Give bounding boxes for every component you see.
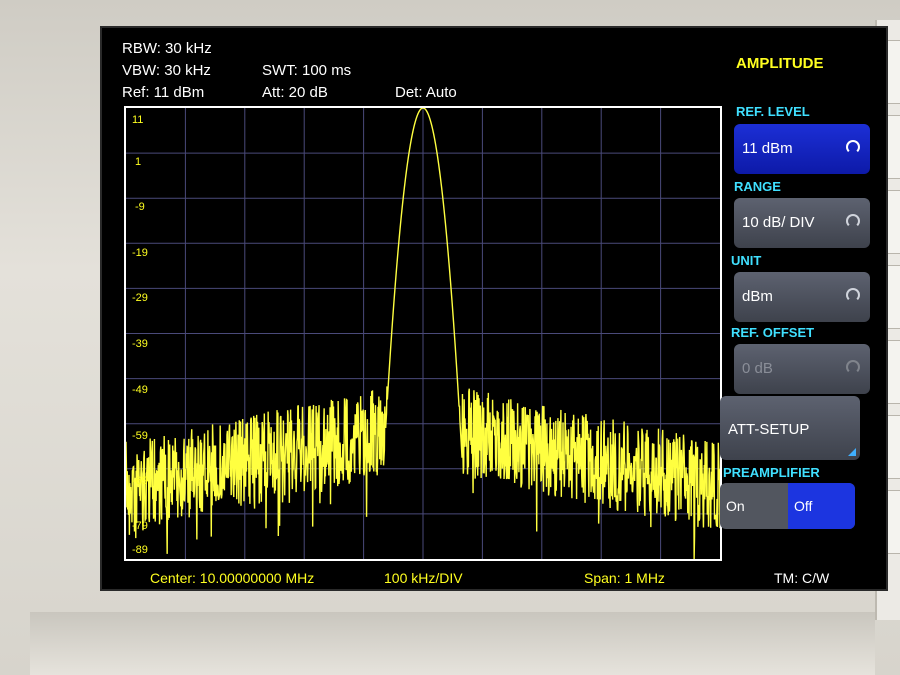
y-tick-label: -89 [132, 544, 148, 556]
att-setup-button[interactable]: ATT-SETUP [720, 396, 860, 460]
range-label: RANGE [734, 179, 781, 194]
preamp-off-option[interactable]: Off [788, 483, 855, 529]
center-frequency: Center: 10.00000000 MHz [150, 570, 315, 586]
ref-offset-value: 0 dB [742, 360, 773, 377]
unit-label: UNIT [731, 253, 762, 268]
y-tick-label: -49 [132, 384, 148, 396]
preamp-on-label: On [726, 498, 745, 514]
rotary-icon [846, 288, 860, 302]
menu-title: AMPLITUDE [736, 55, 824, 72]
y-tick-label: -79 [132, 520, 148, 532]
submenu-indicator-icon [848, 448, 856, 456]
preamp-off-label: Off [794, 498, 813, 514]
spectrum-plot: 11 1 -9 -19 -29 -39 -49 -59 -69 -79 -89 [124, 106, 722, 561]
unit-value: dBm [742, 288, 773, 305]
y-tick-label: -39 [132, 338, 148, 350]
spectrum-svg [126, 108, 720, 559]
det-readout: Det: Auto [395, 84, 457, 101]
ref-offset-button[interactable]: 0 dB [734, 344, 870, 394]
bezel-bottom [30, 612, 875, 675]
y-tick-label: 11 [132, 114, 144, 126]
range-button[interactable]: 10 dB/ DIV [734, 198, 870, 248]
ref-level-button[interactable]: 11 dBm [734, 124, 870, 174]
unit-button[interactable]: dBm [734, 272, 870, 322]
y-tick-label: -9 [135, 201, 145, 213]
y-tick-label: -19 [132, 247, 148, 259]
preamplifier-toggle[interactable]: On Off [720, 483, 855, 529]
preamp-on-option[interactable]: On [720, 483, 787, 529]
rotary-icon [846, 214, 860, 228]
y-tick-label: 1 [135, 156, 142, 168]
per-div: 100 kHz/DIV [384, 570, 463, 586]
ref-offset-label: REF. OFFSET [731, 325, 815, 340]
preamplifier-label: PREAMPLIFIER [723, 465, 820, 480]
y-tick-label: -69 [132, 475, 148, 487]
ref-level-value: 11 dBm [742, 140, 793, 157]
trace-mode: TM: C/W [774, 570, 830, 586]
rbw-readout: RBW: 30 kHz [122, 40, 212, 57]
att-readout: Att: 20 dB [262, 84, 328, 101]
ref-readout: Ref: 11 dBm [122, 84, 205, 101]
span: Span: 1 MHz [584, 570, 665, 586]
y-tick-label: -59 [132, 430, 148, 442]
analyzer-screen: RBW: 30 kHz VBW: 30 kHz Ref: 11 dBm SWT:… [100, 26, 888, 591]
ref-level-label: REF. LEVEL [736, 104, 810, 119]
rotary-icon [846, 140, 860, 154]
rotary-icon [846, 360, 860, 374]
range-value: 10 dB/ DIV [742, 214, 815, 231]
vbw-readout: VBW: 30 kHz [122, 62, 211, 79]
y-tick-label: -29 [132, 292, 148, 304]
swt-readout: SWT: 100 ms [262, 62, 352, 79]
att-setup-label: ATT-SETUP [728, 421, 810, 438]
